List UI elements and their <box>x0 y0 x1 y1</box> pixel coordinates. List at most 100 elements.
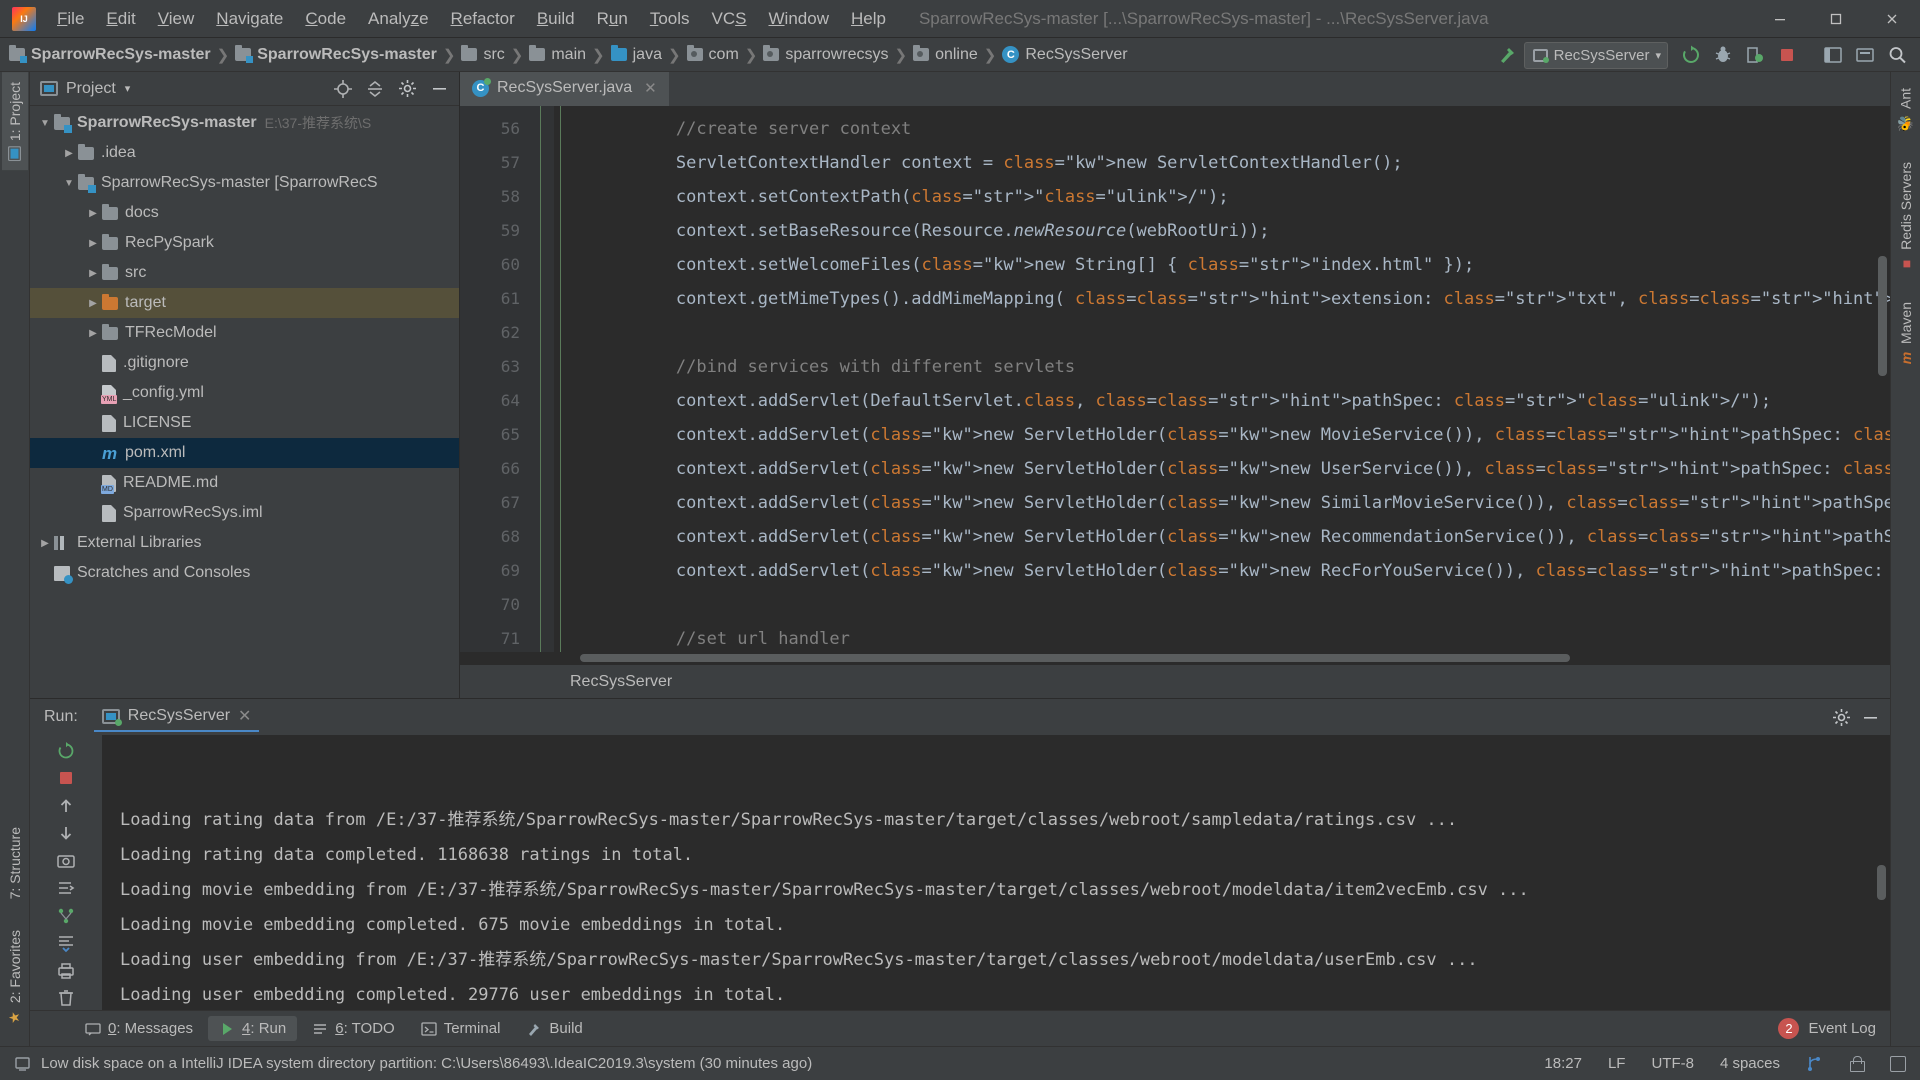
status-line-separator[interactable]: LF <box>1608 1055 1626 1072</box>
bottom-tab-todo[interactable]: 6: TODO <box>301 1016 405 1041</box>
breadcrumb-item-sparrowrecsys[interactable]: sparrowrecsys <box>760 44 891 66</box>
gear-icon[interactable] <box>1832 708 1851 727</box>
tree-node--idea[interactable]: ▶.idea <box>30 138 459 168</box>
menu-view[interactable]: View <box>147 5 206 33</box>
up-arrow-icon[interactable] <box>50 794 82 818</box>
tree-node-external-libraries[interactable]: ▶External Libraries <box>30 528 459 558</box>
sidebar-item-favorites[interactable]: ★ 2: Favorites <box>2 920 28 1036</box>
breadcrumb-item-sparrowrecsys-master[interactable]: SparrowRecSys-master <box>232 44 440 66</box>
menu-vcs[interactable]: VCS <box>701 5 758 33</box>
tree-node-docs[interactable]: ▶docs <box>30 198 459 228</box>
menu-window[interactable]: Window <box>758 5 840 33</box>
bottom-tab-run[interactable]: 4: Run <box>208 1016 297 1041</box>
run-configuration-selector[interactable]: RecSysServer ▾ <box>1524 42 1668 69</box>
menu-help[interactable]: Help <box>840 5 897 33</box>
tree-node-readme-md[interactable]: MDREADME.md <box>30 468 459 498</box>
menu-edit[interactable]: Edit <box>95 5 146 33</box>
chevron-right-icon[interactable]: ▶ <box>84 268 102 279</box>
trace-icon[interactable] <box>50 904 82 928</box>
rerun-button[interactable] <box>1676 41 1706 69</box>
rerun-icon[interactable] <box>50 739 82 763</box>
menu-refactor[interactable]: Refactor <box>440 5 526 33</box>
clear-all-icon[interactable] <box>50 987 82 1011</box>
menu-code[interactable]: Code <box>294 5 357 33</box>
tree-node-sparrowrecsys-iml[interactable]: SparrowRecSys.iml <box>30 498 459 528</box>
breadcrumb-item-main[interactable]: main <box>526 44 589 66</box>
chevron-right-icon[interactable]: ▶ <box>84 298 102 309</box>
tree-node-sparrowrecsys-master-sparrowrecs[interactable]: ▼SparrowRecSys-master [SparrowRecS <box>30 168 459 198</box>
restore-layout-button[interactable] <box>1818 41 1848 69</box>
breadcrumb-item-online[interactable]: online <box>910 44 981 66</box>
lock-icon[interactable] <box>1849 1055 1864 1072</box>
status-time[interactable]: 18:27 <box>1544 1055 1582 1072</box>
chevron-right-icon[interactable]: ▶ <box>36 538 54 549</box>
bottom-tab-build[interactable]: Build <box>515 1016 593 1041</box>
camera-icon[interactable] <box>50 849 82 873</box>
bottom-tab-messages[interactable]: 0: Messages <box>74 1016 204 1041</box>
project-tree[interactable]: ▼SparrowRecSys-masterE:\37-推荐系统\S▶.idea▼… <box>30 106 459 698</box>
tree-node-license[interactable]: LICENSE <box>30 408 459 438</box>
print-icon[interactable] <box>50 959 82 983</box>
status-encoding[interactable]: UTF-8 <box>1651 1055 1694 1072</box>
sidebar-item-redis[interactable]: ■ Redis Servers <box>1893 152 1919 282</box>
locate-file-icon[interactable] <box>329 76 357 102</box>
close-button[interactable] <box>1864 0 1920 38</box>
console-scrollbar[interactable] <box>1877 865 1886 900</box>
tree-node-pom-xml[interactable]: mpom.xml <box>30 438 459 468</box>
chevron-right-icon[interactable]: ▶ <box>60 148 78 159</box>
sidebar-item-project[interactable]: 1: Project <box>2 72 28 170</box>
thread-dump-icon[interactable] <box>50 877 82 901</box>
minimize-button[interactable] <box>1752 0 1808 38</box>
menu-navigate[interactable]: Navigate <box>205 5 294 33</box>
editor-horizontal-scrollbar[interactable] <box>460 652 1890 664</box>
tree-node-recpyspark[interactable]: ▶RecPySpark <box>30 228 459 258</box>
chevron-down-icon[interactable]: ▼ <box>60 178 78 189</box>
hide-panel-icon[interactable] <box>1861 708 1880 727</box>
editor-tab-recsysserver[interactable]: C RecSysServer.java ✕ <box>460 72 669 106</box>
menu-analyze[interactable]: Analyze <box>357 5 440 33</box>
branch-icon[interactable] <box>1806 1055 1823 1072</box>
fold-column-left[interactable] <box>532 106 554 652</box>
breadcrumb-item-java[interactable]: java <box>608 44 665 66</box>
chevron-down-icon[interactable]: ▼ <box>36 118 54 129</box>
hide-panel-icon[interactable] <box>425 76 453 102</box>
breadcrumb-item-recsysserver[interactable]: CRecSysServer <box>999 44 1130 66</box>
event-log-button[interactable]: 2 Event Log <box>1778 1018 1876 1039</box>
menu-build[interactable]: Build <box>526 5 586 33</box>
status-message[interactable]: Low disk space on a IntelliJ IDEA system… <box>41 1055 812 1072</box>
editor-vertical-scrollbar[interactable] <box>1878 256 1887 376</box>
code-view[interactable]: 56575859606162636465666768697071 //creat… <box>460 106 1890 652</box>
menu-run[interactable]: Run <box>586 5 639 33</box>
status-indent[interactable]: 4 spaces <box>1720 1055 1780 1072</box>
database-icon[interactable] <box>1890 1056 1906 1072</box>
scroll-to-end-icon[interactable] <box>50 932 82 956</box>
tree-node-sparrowrecsys-master[interactable]: ▼SparrowRecSys-masterE:\37-推荐系统\S <box>30 108 459 138</box>
build-project-button[interactable] <box>1492 41 1522 69</box>
chevron-right-icon[interactable]: ▶ <box>84 238 102 249</box>
tree-node-scratches-and-consoles[interactable]: Scratches and Consoles <box>30 558 459 588</box>
gear-icon[interactable] <box>393 76 421 102</box>
stop-icon[interactable] <box>50 767 82 791</box>
down-arrow-icon[interactable] <box>50 822 82 846</box>
breadcrumb-item-com[interactable]: com <box>684 44 742 66</box>
close-icon[interactable]: ✕ <box>238 706 251 726</box>
tree-node--config-yml[interactable]: YML_config.yml <box>30 378 459 408</box>
tree-node-src[interactable]: ▶src <box>30 258 459 288</box>
breadcrumb-item-src[interactable]: src <box>458 44 507 66</box>
chevron-right-icon[interactable]: ▶ <box>84 208 102 219</box>
chevron-right-icon[interactable]: ▶ <box>84 328 102 339</box>
sidebar-item-ant[interactable]: 🐝 Ant <box>1892 78 1919 142</box>
run-with-coverage-button[interactable] <box>1740 41 1770 69</box>
tree-node--gitignore[interactable]: .gitignore <box>30 348 459 378</box>
maximize-button[interactable] <box>1808 0 1864 38</box>
menu-tools[interactable]: Tools <box>639 5 701 33</box>
update-project-button[interactable] <box>1850 41 1880 69</box>
sidebar-item-maven[interactable]: m Maven <box>1893 292 1919 376</box>
breadcrumb-item-sparrowrecsys-master[interactable]: SparrowRecSys-master <box>6 44 214 66</box>
tree-node-target[interactable]: ▶target <box>30 288 459 318</box>
chevron-down-icon[interactable]: ▾ <box>125 82 131 95</box>
search-everywhere-button[interactable] <box>1882 41 1912 69</box>
debug-button[interactable] <box>1708 41 1738 69</box>
console-output[interactable]: Loading rating data from /E:/37-推荐系统/Spa… <box>102 735 1890 1010</box>
bottom-tab-terminal[interactable]: Terminal <box>410 1016 512 1041</box>
